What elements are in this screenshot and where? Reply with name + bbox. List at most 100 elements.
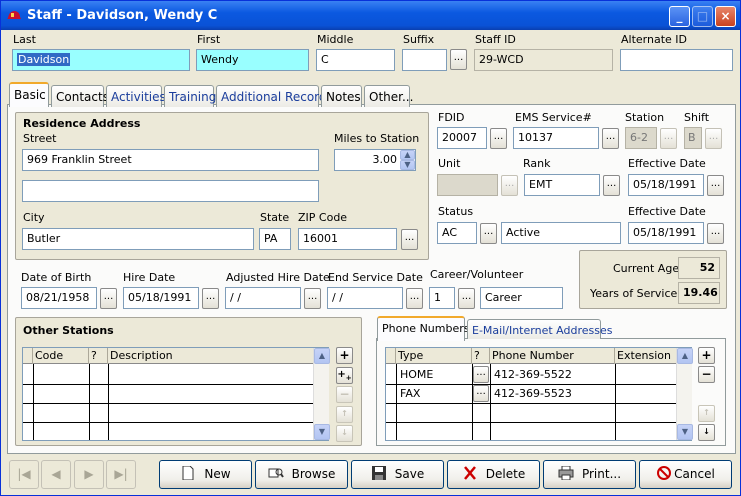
col-type[interactable]: Type	[396, 348, 472, 364]
hire-date-picker-button[interactable]: ...	[202, 288, 219, 309]
status-code-input[interactable]: AC	[437, 222, 477, 244]
rank-date-picker-button[interactable]: ...	[707, 175, 724, 196]
remove-station-button[interactable]: −	[336, 386, 353, 403]
tab-activities[interactable]: Activities	[106, 85, 166, 107]
tab-basic[interactable]: Basic	[9, 82, 49, 107]
suffix-input[interactable]	[402, 49, 447, 71]
last-name-input[interactable]: Davidson	[12, 49, 190, 71]
tab-training[interactable]: Training	[164, 85, 216, 107]
print-label: Print...	[581, 467, 622, 481]
adjusted-hire-picker-button[interactable]: ...	[304, 288, 321, 309]
phone-type-lookup-button[interactable]: ...	[473, 366, 489, 383]
tab-phone-numbers[interactable]: Phone Numbers	[377, 316, 470, 341]
move-down-icon[interactable]: ↓	[336, 425, 353, 442]
hire-date-input[interactable]: 05/18/1991	[123, 287, 199, 309]
street-line2-input[interactable]	[22, 180, 319, 202]
fdid-lookup-button[interactable]: ...	[490, 128, 507, 149]
end-service-input[interactable]: / /	[327, 287, 403, 309]
last-record-icon[interactable]: ▶|	[106, 460, 136, 489]
status-effective-date-input[interactable]: 05/18/1991	[628, 222, 704, 244]
miles-spinner[interactable]: ▲ ▼	[400, 150, 415, 170]
tab-notes[interactable]: Notes	[321, 85, 362, 107]
tab-additional-records[interactable]: Additional Records	[216, 85, 333, 107]
move-down-icon[interactable]: ↓	[698, 424, 715, 441]
move-up-icon[interactable]: ↑	[698, 405, 715, 422]
tab-contacts[interactable]: Contacts	[51, 85, 109, 107]
shift-lookup-button[interactable]: ...	[705, 128, 722, 149]
adjusted-hire-input[interactable]: / /	[225, 287, 301, 309]
col-flag[interactable]: ?	[472, 348, 490, 364]
rank-effective-date-input[interactable]: 05/18/1991	[628, 174, 704, 196]
save-button[interactable]: Save	[351, 460, 444, 489]
add-phone-button[interactable]: +	[698, 347, 715, 364]
table-row[interactable]: FAX	[397, 385, 420, 402]
dob-picker-button[interactable]: ...	[100, 288, 117, 309]
city-input[interactable]: Butler	[22, 228, 254, 250]
print-button[interactable]: Print...	[543, 460, 636, 489]
phone-numbers-grid[interactable]: Type ? Phone Number Extension HOME ... 4…	[385, 347, 693, 441]
dob-input[interactable]: 08/21/1958	[21, 287, 97, 309]
middle-label: Middle	[317, 33, 354, 46]
new-button[interactable]: New	[159, 460, 252, 489]
add-multiple-stations-button[interactable]: ++	[336, 367, 353, 384]
spin-up-icon[interactable]: ▲	[400, 150, 415, 160]
col-flag[interactable]: ?	[89, 348, 108, 364]
status-lookup-button[interactable]: ...	[480, 223, 497, 244]
scroll-up-icon[interactable]: ▲	[314, 348, 330, 364]
current-age-label: Current Age	[613, 262, 680, 275]
browse-button[interactable]: Browse	[255, 460, 348, 489]
end-service-picker-button[interactable]: ...	[406, 288, 423, 309]
phone-type-lookup-button[interactable]: ...	[473, 385, 489, 402]
previous-record-icon[interactable]: ◀	[41, 460, 71, 489]
next-record-icon[interactable]: ▶	[74, 460, 104, 489]
delete-label: Delete	[485, 467, 526, 481]
col-extension[interactable]: Extension	[615, 348, 676, 364]
col-description[interactable]: Description	[108, 348, 313, 364]
phone-number-cell[interactable]: 412-369-5523	[491, 385, 572, 402]
rank-lookup-button[interactable]: ...	[603, 175, 620, 196]
scroll-down-icon[interactable]: ▼	[677, 424, 693, 440]
fdid-input[interactable]: 20007	[437, 127, 487, 149]
phone-grid-scrollbar[interactable]: ▲ ▼	[676, 348, 693, 440]
delete-button[interactable]: Delete	[447, 460, 540, 489]
tab-email-internet[interactable]: E-Mail/Internet Addresses	[467, 319, 612, 339]
ems-service-input[interactable]: 10137	[513, 127, 599, 149]
table-row[interactable]: HOME	[397, 366, 433, 383]
cancel-button[interactable]: Cancel	[639, 460, 732, 489]
title-bar[interactable]: Staff - Davidson, Wendy C _ □ ×	[1, 1, 740, 30]
career-lookup-button[interactable]: ...	[458, 288, 475, 309]
scroll-down-icon[interactable]: ▼	[314, 424, 330, 440]
first-name-input[interactable]: Wendy	[196, 49, 309, 71]
career-code-input[interactable]: 1	[429, 287, 455, 309]
other-stations-grid[interactable]: Code ? Description ▲ ▼	[22, 347, 330, 441]
spin-down-icon[interactable]: ▼	[400, 160, 415, 170]
phone-number-cell[interactable]: 412-369-5522	[491, 366, 572, 383]
maximize-button[interactable]: □	[692, 6, 713, 27]
end-service-label: End Service Date	[328, 271, 423, 284]
middle-name-input[interactable]: C	[316, 49, 395, 71]
col-phone-number[interactable]: Phone Number	[490, 348, 615, 364]
close-button[interactable]: ×	[715, 6, 736, 27]
move-up-icon[interactable]: ↑	[336, 406, 353, 423]
scroll-up-icon[interactable]: ▲	[677, 348, 693, 364]
state-input[interactable]: PA	[259, 228, 291, 250]
other-stations-scrollbar[interactable]: ▲ ▼	[313, 348, 330, 440]
rank-input[interactable]: EMT	[524, 174, 600, 196]
minimize-button[interactable]: _	[669, 6, 690, 27]
zip-lookup-button[interactable]: ...	[401, 229, 418, 250]
status-date-picker-button[interactable]: ...	[707, 223, 724, 244]
tab-other[interactable]: Other...	[364, 85, 413, 107]
first-record-icon[interactable]: |◀	[9, 460, 39, 489]
remove-phone-button[interactable]: −	[698, 366, 715, 383]
unit-lookup-button[interactable]: ...	[501, 175, 518, 196]
staff-id-label: Staff ID	[475, 33, 516, 46]
zip-input[interactable]: 16001	[298, 228, 397, 250]
street-line1-input[interactable]: 969 Franklin Street	[22, 149, 319, 171]
add-station-button[interactable]: +	[336, 347, 353, 364]
col-code[interactable]: Code	[33, 348, 89, 364]
status-label: Status	[438, 205, 474, 218]
suffix-lookup-button[interactable]: ...	[450, 49, 467, 70]
alternate-id-input[interactable]	[620, 49, 733, 71]
ems-lookup-button[interactable]: ...	[602, 128, 619, 149]
station-lookup-button[interactable]: ...	[660, 128, 677, 149]
